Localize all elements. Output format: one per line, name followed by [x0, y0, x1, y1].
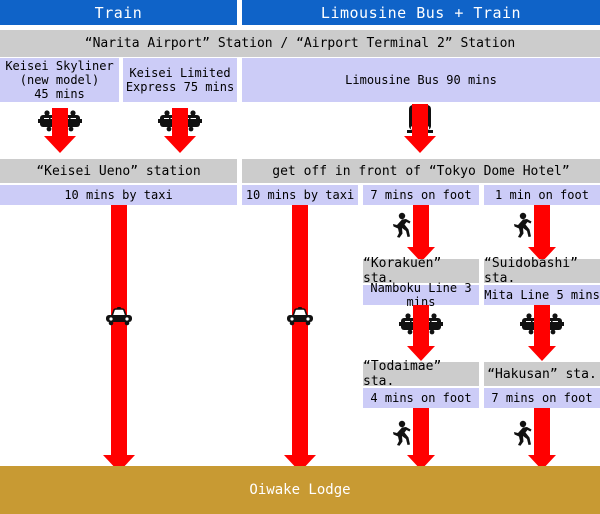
arrow-shaft	[534, 408, 550, 455]
station-bar-tokyo-dome-hotel: get off in front of “Tokyo Dome Hotel”	[242, 159, 600, 183]
leg-label: 10 mins by taxi	[245, 188, 355, 202]
station-label: “Suidobashi” sta.	[484, 256, 578, 286]
arrow-head	[44, 136, 76, 153]
walk-icon	[511, 420, 533, 446]
station-bar-todaimae: “Todaimae” sta.	[363, 359, 479, 389]
leg-box-walk-suidobashi: 1 min on foot	[484, 185, 600, 205]
arrow-head	[164, 136, 196, 153]
station-label: “Todaimae” sta.	[363, 359, 442, 389]
arrow-shaft	[413, 305, 429, 346]
station-bar-keisei-ueno: “Keisei Ueno” station	[0, 159, 237, 183]
leg-label: 4 mins on foot	[370, 391, 472, 405]
station-label: get off in front of “Tokyo Dome Hotel”	[272, 163, 570, 179]
leg-label: 1 min on foot	[495, 188, 589, 202]
arrow-shaft	[413, 205, 429, 247]
taxi-icon	[285, 306, 315, 326]
leg-box-walk-hakusan: 7 mins on foot	[484, 388, 600, 408]
station-bar-korakuen: “Korakuen” sta.	[363, 256, 479, 286]
destination-label: Oiwake Lodge	[249, 482, 351, 498]
taxi-icon	[104, 306, 134, 326]
arrow-head	[528, 346, 556, 361]
origin-station-label: “Narita Airport” Station / “Airport Term…	[84, 36, 516, 51]
walk-icon	[390, 420, 412, 446]
mode-line-2: (new model)	[19, 73, 100, 87]
destination-bar: Oiwake Lodge	[0, 466, 600, 514]
station-label: “Hakusan” sta.	[487, 366, 597, 382]
station-bar-suidobashi: “Suidobashi” sta.	[484, 256, 600, 286]
mode-line-1: Limousine Bus 90 mins	[345, 73, 497, 87]
arrow-shaft	[292, 205, 308, 455]
arrow-shaft	[534, 205, 550, 247]
arrow-shaft	[111, 205, 127, 455]
tab-limousine-bus-train[interactable]: Limousine Bus + Train	[242, 0, 600, 25]
leg-label: 7 mins on foot	[491, 391, 593, 405]
leg-label: 10 mins by taxi	[64, 188, 173, 202]
walk-icon	[390, 212, 412, 238]
arrow-shaft	[413, 408, 429, 455]
walk-icon	[511, 212, 533, 238]
tab-limousine-bus-train-label: Limousine Bus + Train	[320, 3, 522, 22]
station-label: “Keisei Ueno” station	[36, 163, 201, 179]
tab-train-label: Train	[94, 3, 143, 22]
mode-line-3: 45 mins	[34, 87, 85, 101]
leg-box-walk-todaimae: 4 mins on foot	[363, 388, 479, 408]
leg-label: 7 mins on foot	[370, 188, 472, 202]
mode-box-limousine-bus: Limousine Bus 90 mins	[242, 58, 600, 102]
station-bar-hakusan: “Hakusan” sta.	[484, 362, 600, 386]
mode-box-keisei-skyliner: Keisei Skyliner (new model) 45 mins	[0, 58, 119, 102]
origin-station-bar: “Narita Airport” Station / “Airport Term…	[0, 30, 600, 57]
arrow-shaft	[534, 305, 550, 346]
arrow-shaft	[412, 104, 428, 136]
leg-box-walk-korakuen: 7 mins on foot	[363, 185, 479, 205]
leg-label: Mita Line 5 mins	[484, 288, 600, 302]
leg-box-mita-line: Mita Line 5 mins	[484, 285, 600, 305]
arrow-head	[404, 136, 436, 153]
mode-box-keisei-limited-express: Keisei Limited Express 75 mins	[123, 58, 237, 102]
leg-box-taxi-dome: 10 mins by taxi	[242, 185, 358, 205]
mode-line-1: Keisei Limited	[129, 66, 231, 80]
arrow-shaft	[172, 108, 188, 136]
tab-train[interactable]: Train	[0, 0, 237, 25]
mode-line-1: Keisei Skyliner	[5, 59, 114, 73]
leg-box-namboku-line: Namboku Line 3 mins	[363, 281, 479, 309]
mode-line-2: Express 75 mins	[125, 80, 235, 94]
route-diagram: Train Limousine Bus + Train “Narita Airp…	[0, 0, 600, 514]
leg-box-taxi-ueno: 10 mins by taxi	[0, 185, 237, 205]
arrow-shaft	[52, 108, 68, 136]
